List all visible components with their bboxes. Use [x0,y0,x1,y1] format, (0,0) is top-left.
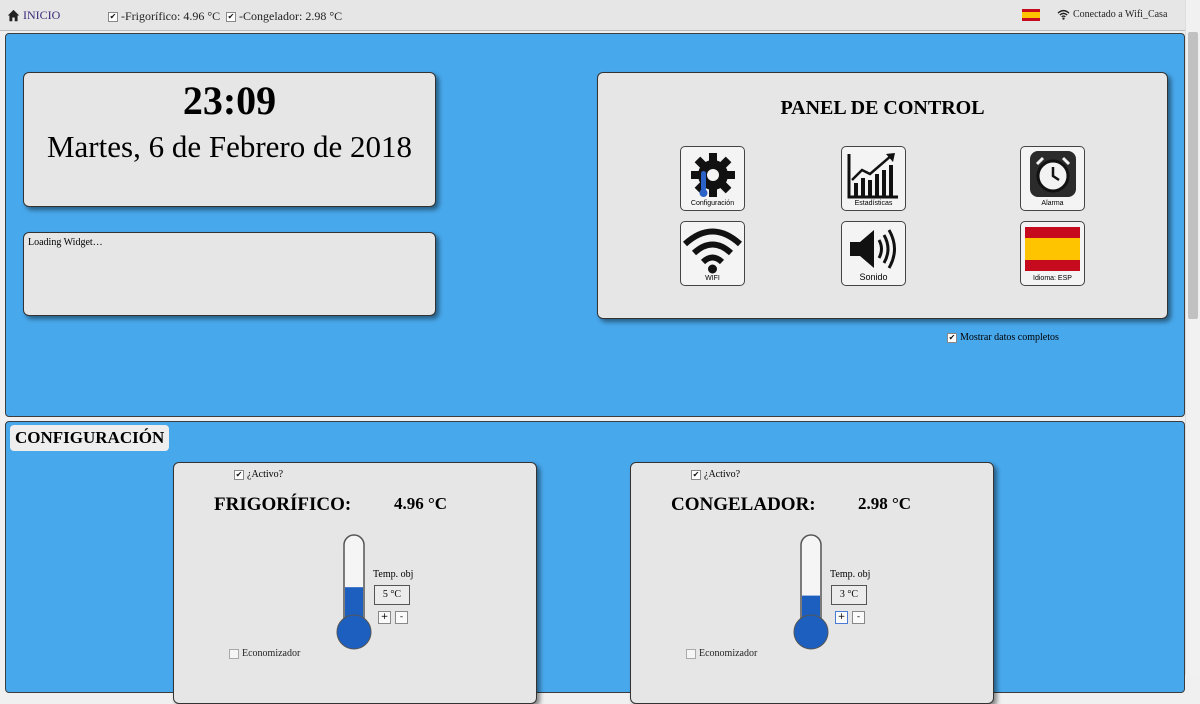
fridge-temperature: 4.96 °C [394,494,448,513]
freezer-status-label: -Congelador: 2.98 °C [239,9,343,23]
tile-alarma[interactable]: Alarma [1020,146,1085,211]
fridge-economizer-checkbox[interactable] [229,648,239,659]
freezer-active-checkbox[interactable]: ✔ [691,469,701,480]
clock-date: Martes, 6 de Febrero de 2018 [46,129,412,164]
freezer-economizer-checkbox[interactable] [686,648,696,659]
tile-sonido[interactable]: Sonido [841,221,906,286]
freezer-name: CONGELADOR: [671,494,816,515]
freezer-temperature: 2.98 °C [858,494,912,513]
freezer-status-checkbox[interactable]: ✔ [226,11,236,22]
wifi-status-label: Conectado a Wifi_Casa [1073,9,1168,20]
tile-idioma-label: Idioma: ESP [1033,275,1072,282]
tile-idioma[interactable]: Idioma: ESP [1020,221,1085,286]
fridge-increase-button[interactable]: + [378,611,391,624]
fridge-active-checkbox[interactable]: ✔ [234,469,244,480]
tile-estadisticas-label: Estadísticas [854,200,893,207]
wifi-status[interactable]: Conectado a Wifi_Casa [1057,9,1167,20]
scrollbar[interactable] [1185,0,1200,675]
freezer-active-label: ¿Activo? [704,469,741,480]
freezer-increase-button[interactable]: + [835,611,848,624]
configuration-section: CONFIGURACIÓN ✔ ¿Activo? FRIGORÍFICO: 4.… [5,421,1185,704]
fridge-target-value: 5 °C [374,585,410,605]
clock-time: 23:09 [182,78,277,123]
freezer-decrease-button[interactable]: - [852,611,865,624]
fridge-status: ✔ -Frigorífico: 4.96 °C [108,9,220,24]
show-full-data-toggle[interactable]: ✔ Mostrar datos completos [947,332,1059,343]
tile-wifi-label: WIFI [705,275,720,282]
tile-sonido-label: Sonido [859,272,888,282]
clock-card: 23:09 Martes, 6 de Febrero de 2018 [23,72,436,207]
tile-wifi[interactable]: WIFI [680,221,745,286]
tile-alarma-label: Alarma [1041,200,1064,207]
freezer-active-toggle[interactable]: ✔ ¿Activo? [691,469,740,480]
show-full-data-checkbox[interactable]: ✔ [947,332,957,343]
thermometer-icon [793,534,829,650]
freezer-card: ✔ ¿Activo? CONGELADOR: 2.98 °C Temp. obj… [630,462,994,704]
fridge-status-checkbox[interactable]: ✔ [108,11,118,22]
freezer-target-label: Temp. obj [830,569,871,580]
fridge-decrease-button[interactable]: - [395,611,408,624]
fridge-economizer-label: Economizador [242,648,301,659]
freezer-status: ✔ -Congelador: 2.98 °C [226,9,342,24]
home-icon [7,9,20,22]
freezer-target-value: 3 °C [831,585,867,605]
fridge-card: ✔ ¿Activo? FRIGORÍFICO: 4.96 °C Temp. ob… [173,462,537,704]
fridge-target-label: Temp. obj [373,569,414,580]
fridge-name: FRIGORÍFICO: [214,494,352,515]
control-panel-title: PANEL DE CONTROL [780,97,985,119]
dashboard-section: 23:09 Martes, 6 de Febrero de 2018 Loadi… [5,33,1185,417]
freezer-economizer-toggle[interactable]: Economizador [686,648,757,659]
fridge-economizer-toggle[interactable]: Economizador [229,648,300,659]
control-panel: PANEL DE CONTROL Configuración Estadísti… [597,72,1168,319]
scrollbar-thumb[interactable] [1188,32,1198,319]
show-full-data-label: Mostrar datos completos [960,332,1059,343]
wifi-icon [1057,9,1070,20]
tile-estadisticas[interactable]: Estadísticas [841,146,906,211]
fridge-active-label: ¿Activo? [247,469,284,480]
top-bar: INICIO ✔ -Frigorífico: 4.96 °C ✔ -Congel… [0,0,1186,31]
widget-loading-text: Loading Widget… [28,237,103,248]
home-label: INICIO [23,8,61,22]
spain-flag-icon[interactable] [1022,9,1040,21]
widget-card: Loading Widget… [23,232,436,316]
tile-configuracion[interactable]: Configuración [680,146,745,211]
tile-configuracion-label: Configuración [690,200,735,207]
fridge-active-toggle[interactable]: ✔ ¿Activo? [234,469,283,480]
configuration-title: CONFIGURACIÓN [10,425,170,451]
thermometer-icon [336,534,372,650]
home-link[interactable]: INICIO [7,8,60,23]
freezer-economizer-label: Economizador [699,648,758,659]
fridge-status-label: -Frigorífico: 4.96 °C [121,9,221,23]
